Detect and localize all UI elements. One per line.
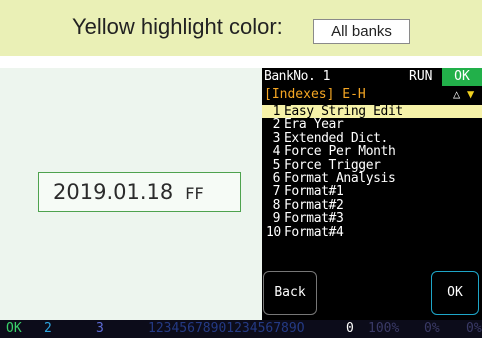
screen-header: BankNo. 1 RUN OK: [262, 68, 482, 86]
list-item[interactable]: 8 Format#2: [262, 198, 482, 212]
list-item[interactable]: 2 Era Year: [262, 118, 482, 132]
highlight-color-label: Yellow highlight color:: [72, 14, 283, 39]
date-suffix: FF: [185, 184, 204, 203]
highlight-color-select[interactable]: All banks: [313, 19, 410, 44]
list-item[interactable]: 1 Easy String Edit: [262, 105, 482, 118]
settings-banner: Yellow highlight color: All banks: [0, 0, 482, 56]
status-bank-3: 3: [96, 321, 104, 336]
status-bank-2: 2: [44, 321, 52, 336]
status-percent-100: 100%: [368, 321, 400, 336]
status-bar: OK 2 3 1234567890123456789O 0 100% 0% 0%: [0, 320, 482, 338]
date-display: 2019.01.18 FF: [38, 172, 241, 212]
ok-button[interactable]: OK: [431, 271, 479, 315]
list-item[interactable]: 9 Format#3: [262, 212, 482, 226]
date-value: 2019.01.18: [53, 180, 174, 204]
status-zero: 0: [346, 321, 354, 336]
run-indicator: RUN: [409, 69, 433, 84]
list-item[interactable]: 10 Format#4: [262, 225, 482, 239]
list-item[interactable]: 7 Format#1: [262, 185, 482, 199]
index-header: [Indexes] E-H △ ▼: [262, 86, 482, 103]
index-title: [Indexes] E-H: [264, 87, 366, 102]
index-list: 1 Easy String Edit 2 Era Year 3 Extended Di…: [262, 105, 482, 239]
device-screen: BankNo. 1 RUN OK [Indexes] E-H △ ▼ 1 Easy…: [262, 68, 482, 320]
list-item[interactable]: 5 Force Trigger: [262, 158, 482, 172]
list-item[interactable]: 3 Extended Dict.: [262, 131, 482, 145]
status-percent-a: 0%: [424, 321, 440, 336]
list-item[interactable]: 4 Force Per Month: [262, 145, 482, 159]
status-ok: OK: [6, 321, 22, 336]
scroll-up-icon[interactable]: △: [453, 86, 460, 103]
bank-number: BankNo. 1: [264, 69, 330, 84]
list-item[interactable]: 6 Format Analysis: [262, 172, 482, 186]
ok-badge: OK: [442, 68, 482, 86]
status-percent-b: 0%: [466, 321, 482, 336]
status-digits: 1234567890123456789O: [148, 321, 305, 336]
scroll-down-icon[interactable]: ▼: [467, 86, 474, 103]
back-button[interactable]: Back: [263, 271, 317, 315]
